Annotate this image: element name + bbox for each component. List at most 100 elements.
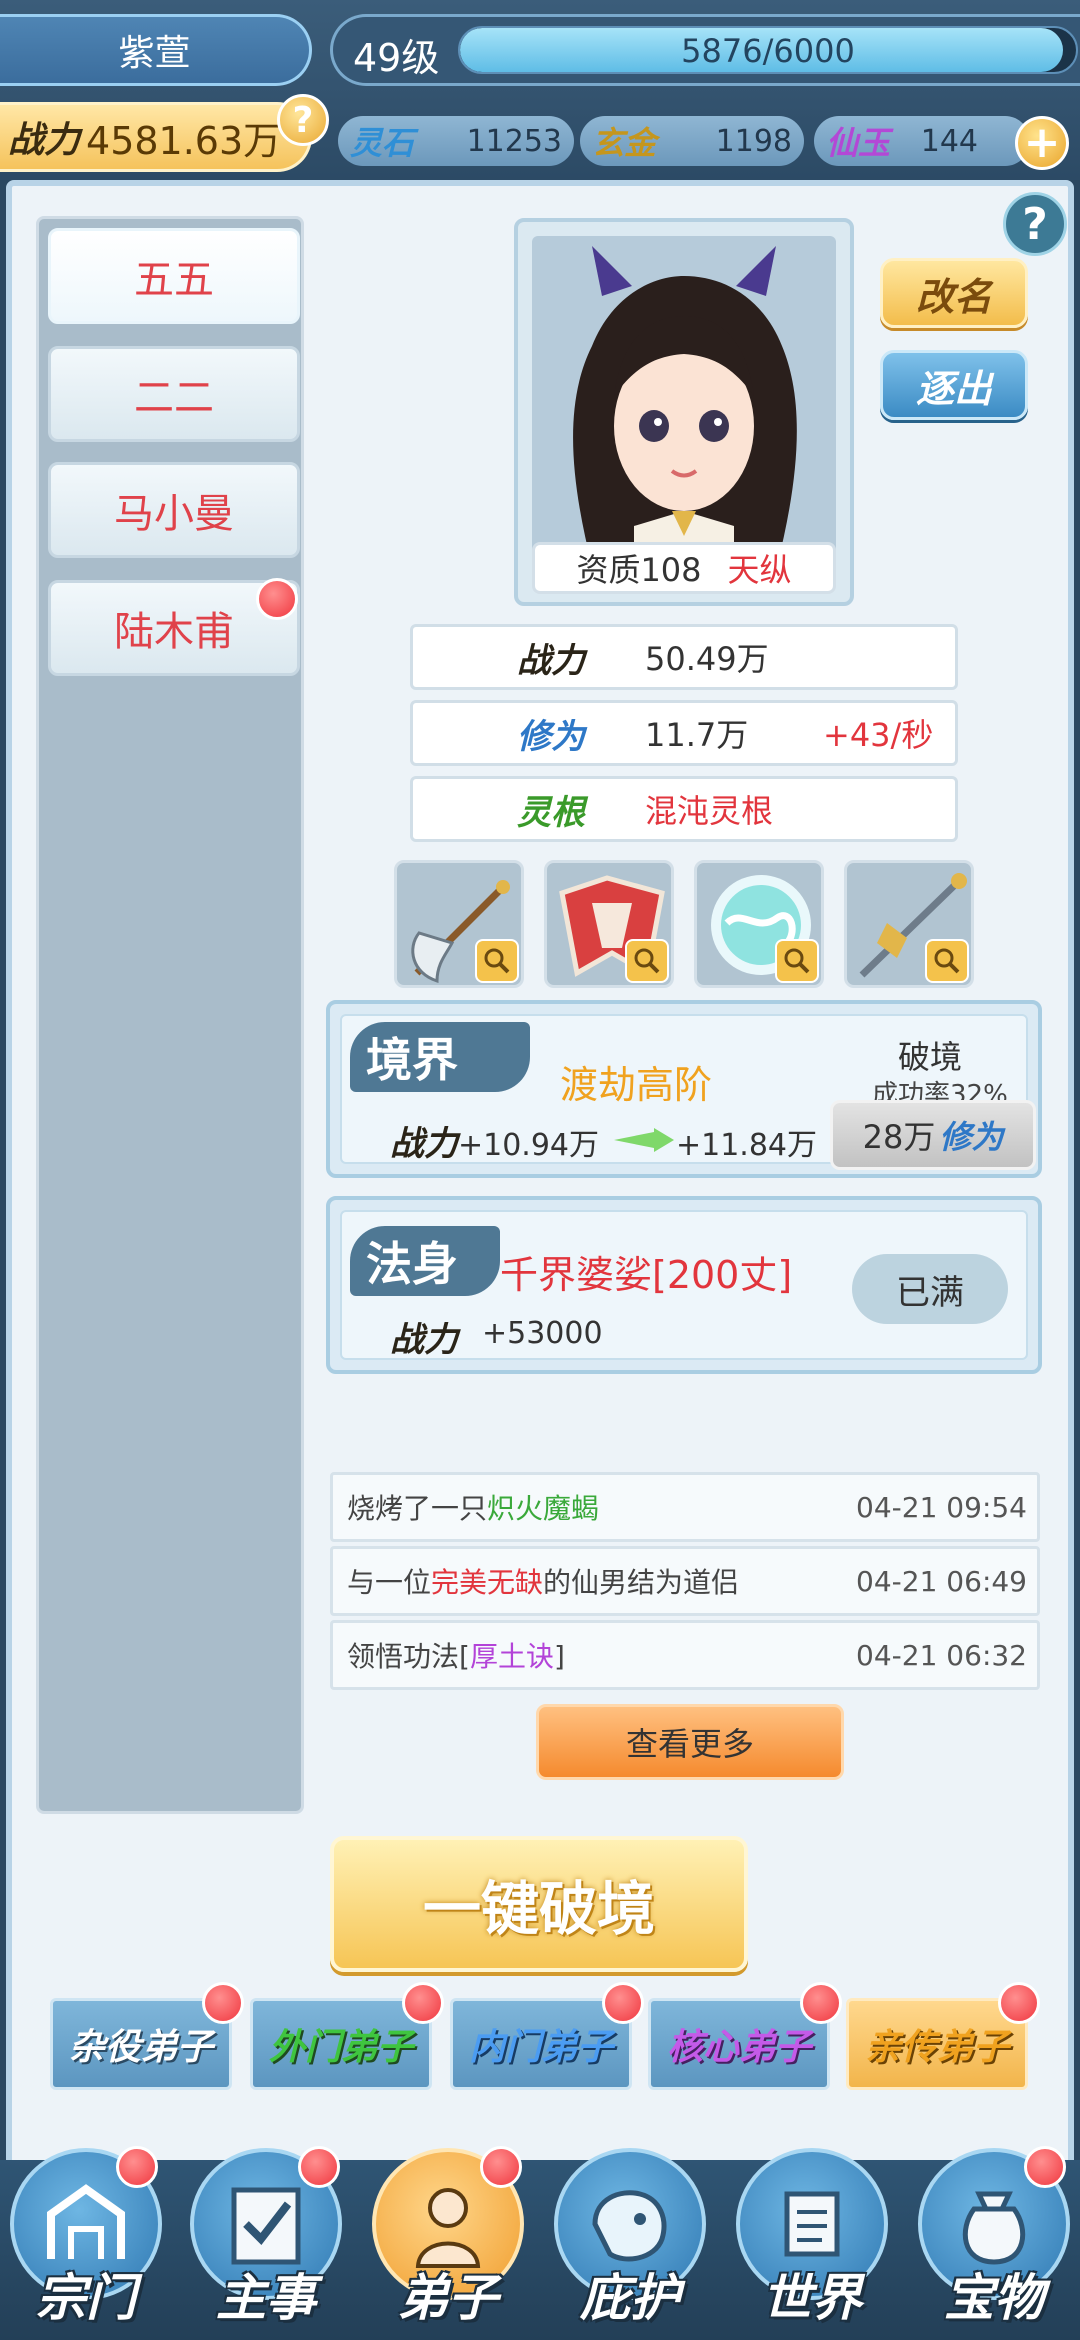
nav-label: 弟子 bbox=[398, 2268, 498, 2327]
resource-immortal-jade: 仙玉 144 bbox=[814, 116, 1030, 166]
avatar bbox=[532, 236, 836, 574]
tier-label: 亲传弟子 bbox=[864, 2027, 1009, 2068]
portrait-frame: 资质108 天纵 bbox=[514, 218, 854, 606]
log-text: 领悟功法[厚土诀] bbox=[347, 1635, 565, 1675]
realm-title-text: 境界 bbox=[366, 1033, 458, 1087]
nav-label: 庇护 bbox=[580, 2268, 680, 2327]
notification-dot bbox=[402, 1982, 444, 2024]
tier-label: 内门弟子 bbox=[468, 2027, 613, 2068]
plus-icon[interactable]: + bbox=[1015, 116, 1069, 170]
magnify-icon bbox=[475, 939, 519, 983]
dharma-body-power-label: 战力 bbox=[390, 1320, 458, 1360]
breakthrough-cost-unit: 修为 bbox=[939, 1118, 1004, 1156]
spirit-root-value: 混沌灵根 bbox=[645, 792, 774, 830]
resource-label: 灵石 bbox=[350, 124, 415, 162]
rename-button[interactable]: 改名 bbox=[880, 258, 1028, 328]
dharma-body-title: 法身 bbox=[350, 1226, 500, 1296]
log-prefix: 与一位 bbox=[347, 1566, 432, 1599]
nav-world[interactable]: 世界 bbox=[732, 2148, 892, 2340]
nav-shelter[interactable]: 庇护 bbox=[550, 2148, 710, 2340]
one-key-breakthrough-button[interactable]: 一键破境 bbox=[330, 1836, 748, 1972]
notification-dot bbox=[1024, 2146, 1066, 2188]
log-prefix: 烧烤了一只 bbox=[347, 1492, 488, 1525]
equipment-slot-staff[interactable] bbox=[844, 860, 974, 988]
realm-power-label: 战力 bbox=[390, 1124, 458, 1164]
sect-name: 紫萱 bbox=[118, 33, 191, 74]
resource-mystic-gold: 玄金 1198 bbox=[580, 116, 804, 166]
arrow-right-icon bbox=[614, 1128, 674, 1152]
cultivation-stat-row: 修为 11.7万 +43/秒 bbox=[410, 700, 958, 766]
notification-dot bbox=[202, 1982, 244, 2024]
magnify-icon bbox=[775, 939, 819, 983]
breakthrough-cost: 28万 bbox=[862, 1118, 936, 1156]
resource-value: 1198 bbox=[715, 123, 792, 159]
dharma-body-power-value: +53000 bbox=[482, 1316, 603, 1351]
dharma-body-status: 已满 bbox=[852, 1254, 1008, 1324]
dharma-body-status-text: 已满 bbox=[896, 1272, 964, 1313]
nav-label: 宝物 bbox=[944, 2268, 1044, 2327]
notification-dot bbox=[116, 2146, 158, 2188]
disciple-name: 二二 bbox=[134, 375, 214, 421]
log-highlight: 炽火魔蝎 bbox=[487, 1492, 600, 1525]
view-more-label: 查看更多 bbox=[625, 1725, 754, 1763]
realm-power-next: +11.84万 bbox=[676, 1128, 818, 1163]
dharma-body-name: 千界婆娑[200丈] bbox=[500, 1253, 793, 1297]
cultivation-stat-value: 11.7万 bbox=[645, 716, 749, 754]
log-entry: 领悟功法[厚土诀] 04-21 06:32 bbox=[330, 1620, 1040, 1690]
notification-dot bbox=[998, 1982, 1040, 2024]
help-icon[interactable]: ? bbox=[1003, 192, 1067, 256]
magnify-icon bbox=[925, 939, 969, 983]
log-entry: 与一位完美无缺的仙男结为道侣 04-21 06:49 bbox=[330, 1546, 1040, 1616]
notification-dot bbox=[602, 1982, 644, 2024]
notification-dot bbox=[800, 1982, 842, 2024]
realm-power-current: +10.94万 bbox=[458, 1128, 600, 1163]
resource-label: 玄金 bbox=[592, 124, 657, 162]
equipment-slot-axe[interactable] bbox=[394, 860, 524, 988]
breakthrough-title: 破境 bbox=[898, 1038, 963, 1076]
notification-dot bbox=[298, 2146, 340, 2188]
log-prefix: 领悟功法[ bbox=[347, 1640, 470, 1673]
aptitude-grade: 天纵 bbox=[727, 551, 792, 589]
cultivation-rate: +43/秒 bbox=[823, 716, 934, 754]
total-power-value: 4581.63万 bbox=[86, 118, 282, 163]
power-stat-value: 50.49万 bbox=[645, 640, 769, 678]
log-time: 04-21 06:49 bbox=[856, 1564, 1027, 1598]
disciple-item[interactable]: 二二 bbox=[48, 346, 300, 442]
view-more-button[interactable]: 查看更多 bbox=[536, 1704, 844, 1780]
resource-label: 仙玉 bbox=[826, 124, 891, 162]
expel-button[interactable]: 逐出 bbox=[880, 350, 1028, 420]
realm-inner: 境界 渡劫高阶 破境 成功率32% 战力 +10.94万 +11.84万 28万… bbox=[340, 1014, 1036, 1170]
magnify-icon bbox=[625, 939, 669, 983]
disciple-list[interactable] bbox=[36, 216, 304, 1814]
resource-spirit-stone: 灵石 11253 bbox=[338, 116, 574, 166]
question-coin-icon[interactable]: ? bbox=[277, 94, 329, 146]
expel-label: 逐出 bbox=[915, 366, 992, 411]
disciple-item[interactable]: 马小曼 bbox=[48, 462, 300, 558]
dharma-body-inner: 法身 千界婆娑[200丈] 战力 +53000 已满 bbox=[340, 1210, 1028, 1360]
power-stat-label: 战力 bbox=[517, 640, 585, 681]
spirit-root-label: 灵根 bbox=[517, 792, 585, 833]
equipment-slot-robe[interactable] bbox=[544, 860, 674, 988]
log-suffix: ] bbox=[553, 1640, 565, 1673]
log-time: 04-21 09:54 bbox=[856, 1490, 1027, 1524]
tier-label: 核心弟子 bbox=[666, 2027, 811, 2068]
sect-name-plate[interactable]: 紫萱 bbox=[0, 14, 312, 86]
realm-panel: 境界 渡劫高阶 破境 成功率32% 战力 +10.94万 +11.84万 28万… bbox=[326, 1000, 1042, 1178]
resource-value: 144 bbox=[920, 123, 978, 159]
total-power-plate: 战力 4581.63万 bbox=[0, 102, 312, 172]
breakthrough-button[interactable]: 28万 修为 bbox=[830, 1100, 1036, 1170]
tier-label: 杂役弟子 bbox=[68, 2027, 213, 2068]
level-text: 49级 bbox=[353, 36, 440, 80]
rename-label: 改名 bbox=[915, 274, 992, 319]
disciple-item[interactable]: 五五 bbox=[48, 228, 300, 324]
one-key-label: 一键破境 bbox=[422, 1875, 655, 1943]
equipment-slot-orb[interactable] bbox=[694, 860, 824, 988]
realm-title: 境界 bbox=[350, 1022, 530, 1092]
aptitude-bar: 资质108 天纵 bbox=[532, 542, 836, 594]
log-suffix: 的仙男结为道侣 bbox=[543, 1566, 740, 1599]
nav-label: 宗门 bbox=[36, 2268, 136, 2327]
nav-label: 主事 bbox=[216, 2268, 316, 2327]
nav-label: 世界 bbox=[762, 2268, 862, 2327]
disciple-name: 马小曼 bbox=[114, 491, 234, 537]
power-stat-row: 战力 50.49万 bbox=[410, 624, 958, 690]
